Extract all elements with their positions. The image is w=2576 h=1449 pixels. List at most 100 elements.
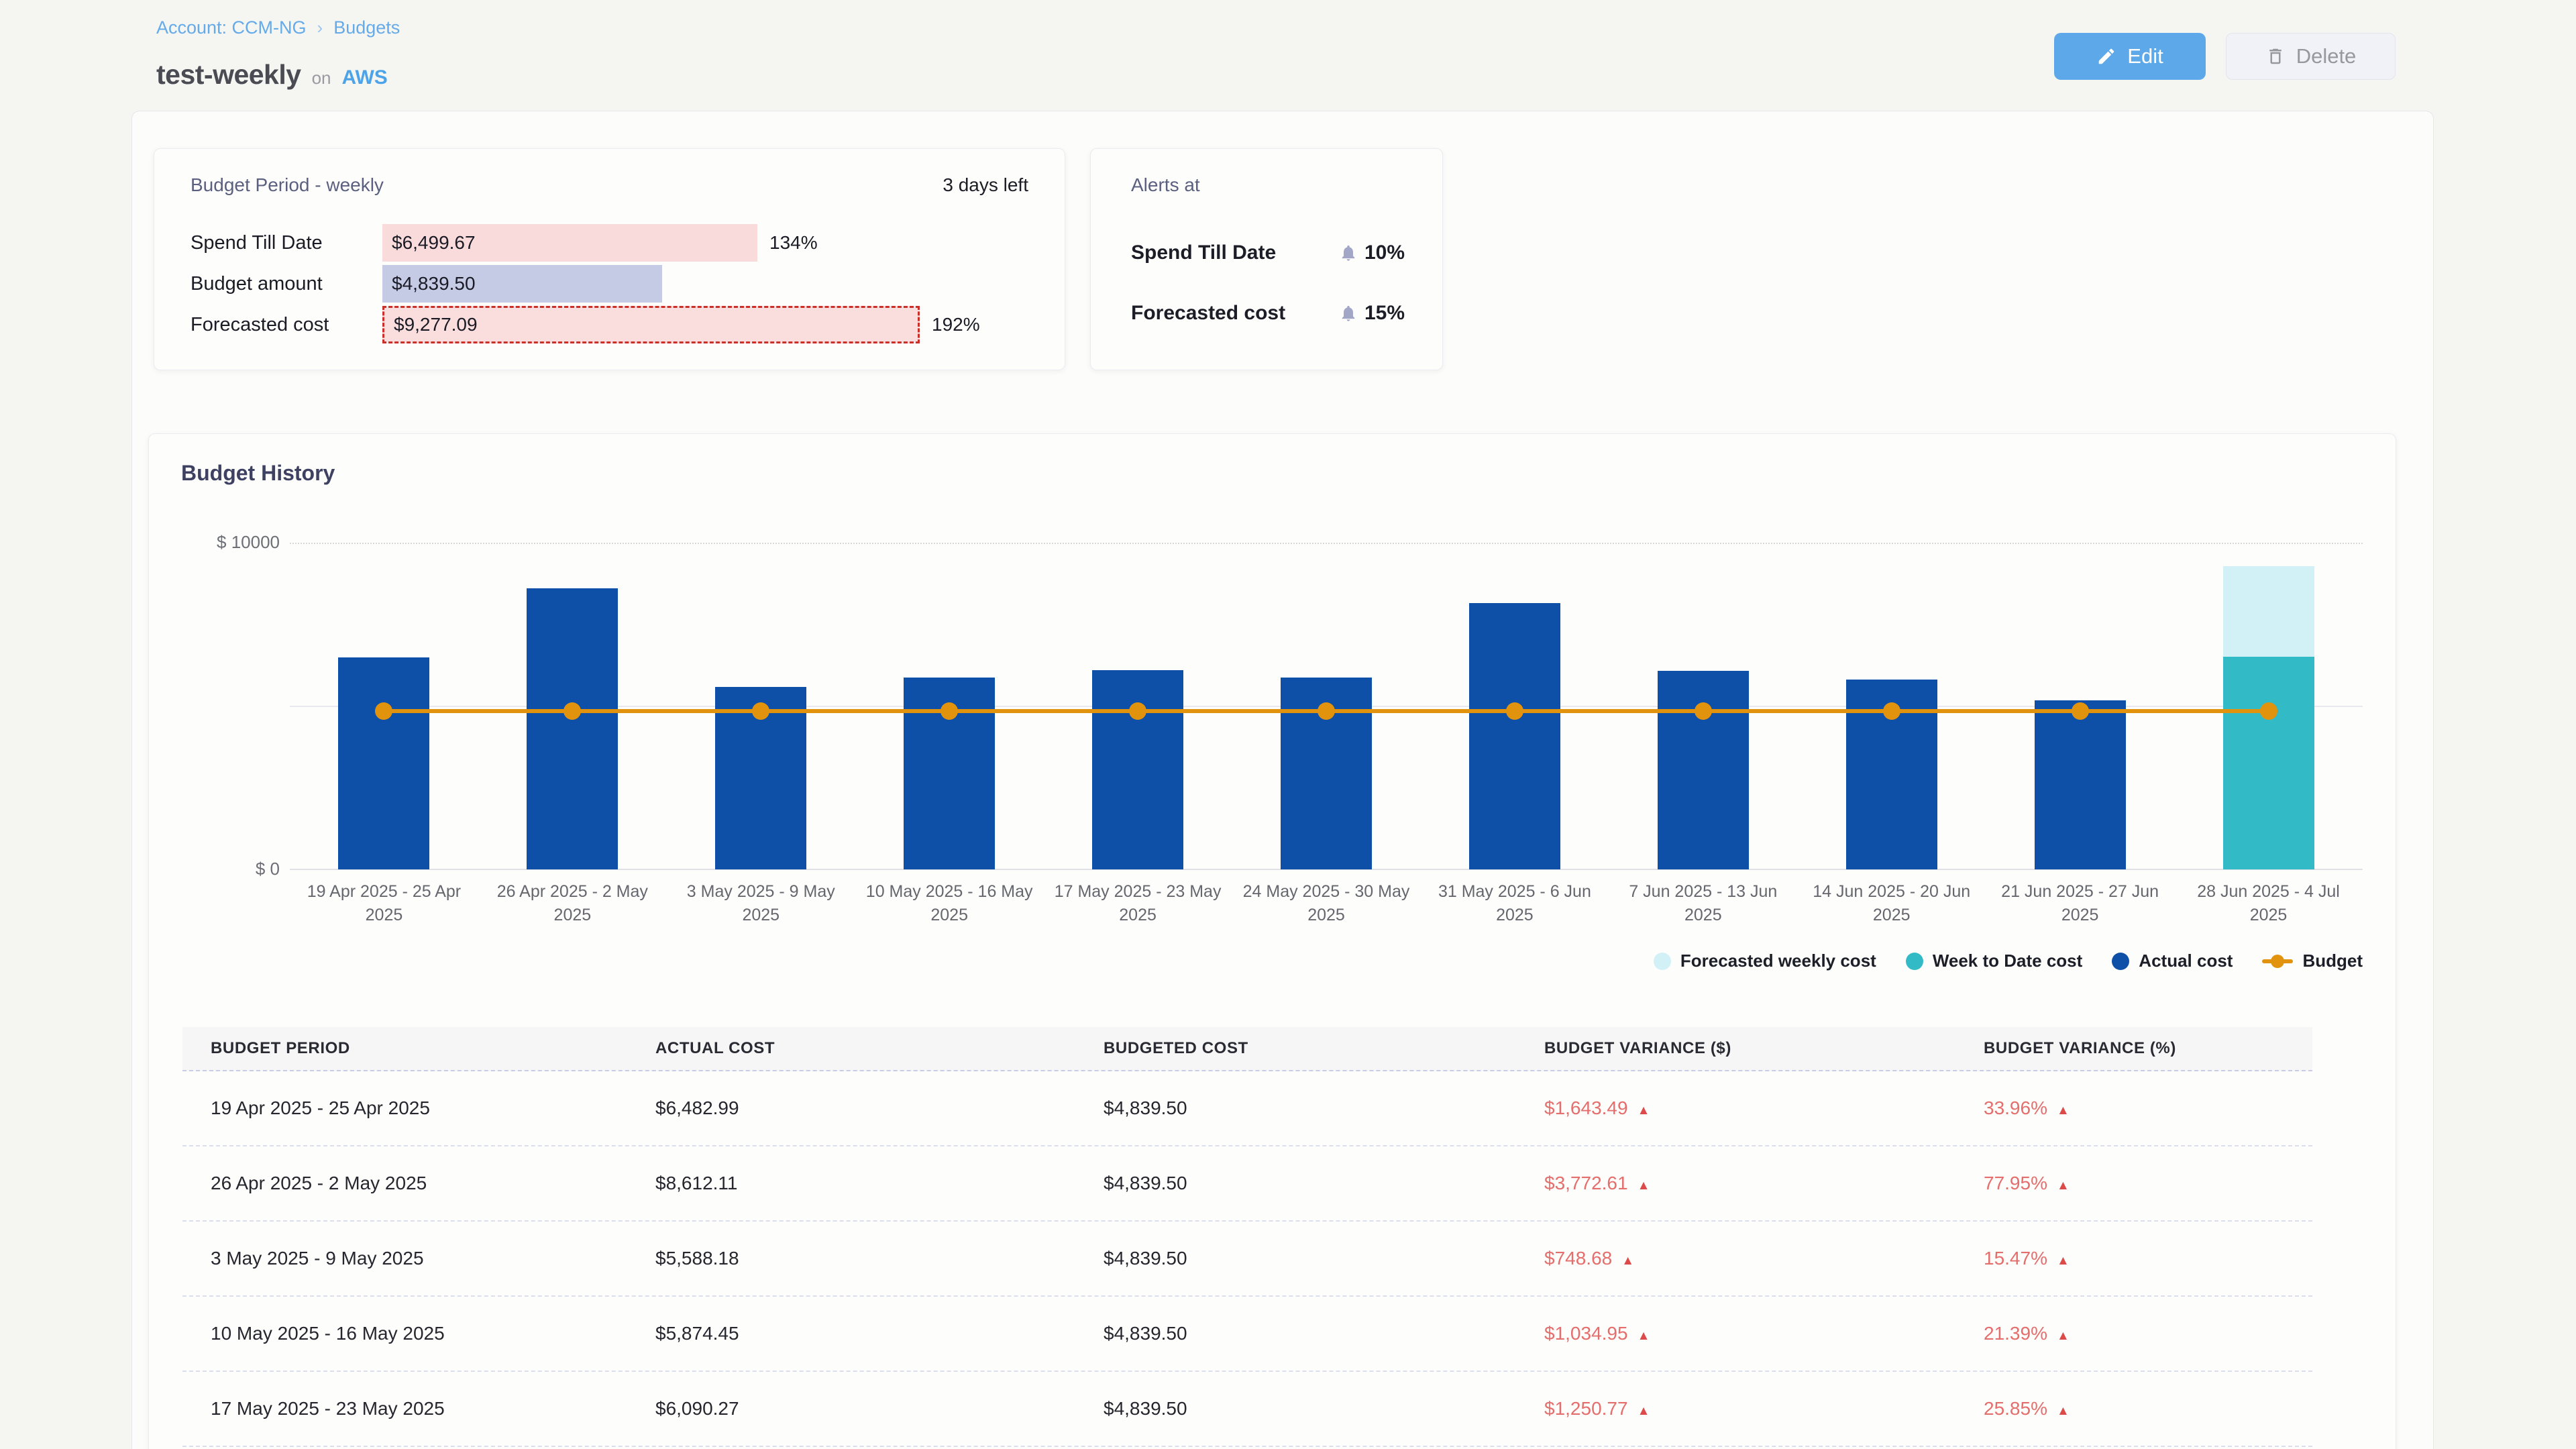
chart-legend: Forecasted weekly cost Week to Date cost A… <box>1654 951 2363 971</box>
title-row: test-weekly on AWS <box>156 59 388 91</box>
triangle-up-icon: ▲ <box>2057 1104 2070 1118</box>
delete-button[interactable]: Delete <box>2226 33 2396 80</box>
x-axis-label: 7 Jun 2025 - 13 Jun 2025 <box>1619 880 1787 927</box>
table-header-cell: BUDGET VARIANCE ($) <box>1516 1039 1955 1058</box>
week-to-date-bar[interactable] <box>2223 657 2314 869</box>
trash-icon <box>2265 46 2286 66</box>
cell-budgeted-cost: $4,839.50 <box>1075 1398 1516 1419</box>
forecasted-weekly-bar[interactable] <box>2223 566 2314 657</box>
table-header-cell: ACTUAL COST <box>627 1039 1075 1058</box>
table-row[interactable]: 19 Apr 2025 - 25 Apr 2025$6,482.99$4,839… <box>182 1071 2312 1146</box>
x-axis-label: 24 May 2025 - 30 May 2025 <box>1242 880 1410 927</box>
cell-period: 17 May 2025 - 23 May 2025 <box>182 1398 627 1419</box>
budget-period-card-title: Budget Period - weekly <box>191 174 384 196</box>
triangle-up-icon: ▲ <box>1638 1104 1650 1118</box>
legend-label: Forecasted weekly cost <box>1680 951 1876 971</box>
budget-amount-bar[interactable]: $4,839.50 <box>382 265 662 303</box>
x-axis-label: 31 May 2025 - 6 Jun 2025 <box>1431 880 1599 927</box>
budget-history-table: BUDGET PERIODACTUAL COSTBUDGETED COSTBUD… <box>182 1027 2312 1447</box>
chart-plot <box>290 543 2363 869</box>
triangle-up-icon: ▲ <box>2057 1329 2070 1343</box>
days-left-label: 3 days left <box>943 174 1028 196</box>
table-header-cell: BUDGET PERIOD <box>182 1039 627 1058</box>
budget-point[interactable] <box>1695 702 1712 720</box>
bell-icon <box>1339 244 1358 262</box>
edit-button-label: Edit <box>2127 44 2163 68</box>
triangle-up-icon: ▲ <box>2057 1179 2070 1193</box>
cell-budget-variance-pct: 33.96%▲ <box>1955 1097 2312 1119</box>
breadcrumb-budgets-link[interactable]: Budgets <box>333 17 400 38</box>
cell-budget-variance-pct: 77.95%▲ <box>1955 1173 2312 1194</box>
triangle-up-icon: ▲ <box>1638 1404 1650 1418</box>
cell-budget-variance-usd: $1,034.95▲ <box>1516 1323 1955 1344</box>
budget-period-rows: Spend Till Date $6,499.67 134% Budget am… <box>191 224 1028 347</box>
cell-period: 10 May 2025 - 16 May 2025 <box>182 1323 627 1344</box>
budget-point[interactable] <box>1883 702 1900 720</box>
cell-actual-cost: $5,874.45 <box>627 1323 1075 1344</box>
cell-budget-variance-pct: 21.39%▲ <box>1955 1323 2312 1344</box>
forecasted-cost-percent: 192% <box>932 314 980 335</box>
spend-till-date-percent: 134% <box>769 232 818 254</box>
spend-till-date-bar[interactable]: $6,499.67 <box>382 224 757 262</box>
header-actions: Edit Delete <box>2054 33 2396 80</box>
cell-budget-variance-usd: $1,643.49▲ <box>1516 1097 1955 1119</box>
alert-forecast-row: Forecasted cost 15% <box>1131 302 1405 325</box>
legend-circle-marker <box>1906 953 1923 970</box>
spend-till-date-row: Spend Till Date $6,499.67 134% <box>191 224 1028 262</box>
edit-button[interactable]: Edit <box>2054 33 2206 80</box>
legend-item-forecasted-weekly-cost[interactable]: Forecasted weekly cost <box>1654 951 1876 971</box>
forecasted-cost-row: Forecasted cost $9,277.09 192% <box>191 306 1028 343</box>
table-row[interactable]: 17 May 2025 - 23 May 2025$6,090.27$4,839… <box>182 1372 2312 1447</box>
actual-cost-bar[interactable] <box>338 657 429 869</box>
cell-budgeted-cost: $4,839.50 <box>1075 1323 1516 1344</box>
forecasted-cost-bar[interactable]: $9,277.09 <box>382 306 920 343</box>
legend-item-actual-cost[interactable]: Actual cost <box>2112 951 2233 971</box>
page-title: test-weekly <box>156 59 301 91</box>
cell-budgeted-cost: $4,839.50 <box>1075 1097 1516 1119</box>
y-axis-tick-bottom: $ 0 <box>172 859 280 879</box>
cell-budgeted-cost: $4,839.50 <box>1075 1248 1516 1269</box>
table-header-cell: BUDGET VARIANCE (%) <box>1955 1039 2312 1058</box>
table-row[interactable]: 3 May 2025 - 9 May 2025$5,588.18$4,839.5… <box>182 1222 2312 1297</box>
triangle-up-icon: ▲ <box>1638 1329 1650 1343</box>
cell-budgeted-cost: $4,839.50 <box>1075 1173 1516 1194</box>
actual-cost-bar[interactable] <box>2035 700 2126 869</box>
budget-point[interactable] <box>2072 702 2089 720</box>
legend-item-week-to-date-cost[interactable]: Week to Date cost <box>1906 951 2082 971</box>
breadcrumb: Account: CCM-NG › Budgets <box>156 17 400 38</box>
budget-point[interactable] <box>2260 702 2277 720</box>
triangle-up-icon: ▲ <box>1621 1254 1634 1268</box>
budget-amount-label: Budget amount <box>191 273 382 295</box>
cell-budget-variance-pct: 15.47%▲ <box>1955 1248 2312 1269</box>
alert-spend-row: Spend Till Date 10% <box>1131 241 1405 264</box>
x-axis-labels: 19 Apr 2025 - 25 Apr 202526 Apr 2025 - 2… <box>290 880 2363 954</box>
alerts-card: Alerts at Spend Till Date 10% Forecasted… <box>1090 148 1443 370</box>
actual-cost-bar[interactable] <box>1658 671 1749 869</box>
x-axis-label: 3 May 2025 - 9 May 2025 <box>677 880 845 927</box>
delete-button-label: Delete <box>2296 44 2357 68</box>
breadcrumb-account-link[interactable]: Account: CCM-NG <box>156 17 307 38</box>
budget-amount-row: Budget amount $4,839.50 <box>191 265 1028 303</box>
cell-actual-cost: $5,588.18 <box>627 1248 1075 1269</box>
table-row[interactable]: 10 May 2025 - 16 May 2025$5,874.45$4,839… <box>182 1297 2312 1372</box>
forecasted-cost-label: Forecasted cost <box>191 314 382 336</box>
actual-cost-bar[interactable] <box>1092 670 1183 869</box>
title-on-word: on <box>312 68 331 89</box>
table-row[interactable]: 26 Apr 2025 - 2 May 2025$8,612.11$4,839.… <box>182 1146 2312 1222</box>
triangle-up-icon: ▲ <box>1638 1179 1650 1193</box>
actual-cost-bar[interactable] <box>527 588 618 869</box>
cell-actual-cost: $8,612.11 <box>627 1173 1075 1194</box>
legend-circle-marker <box>1654 953 1671 970</box>
legend-item-budget[interactable]: Budget <box>2262 951 2363 971</box>
x-axis-label: 17 May 2025 - 23 May 2025 <box>1054 880 1222 927</box>
topbar: Account: CCM-NG › Budgets test-weekly on… <box>131 0 2434 111</box>
x-axis-label: 10 May 2025 - 16 May 2025 <box>865 880 1033 927</box>
cell-actual-cost: $6,090.27 <box>627 1398 1075 1419</box>
spend-till-date-label: Spend Till Date <box>191 232 382 254</box>
main-panel: Budget Period - weekly 3 days left Spend… <box>131 111 2434 1449</box>
gridline-10000 <box>290 543 2363 544</box>
triangle-up-icon: ▲ <box>2057 1404 2070 1418</box>
cell-period: 19 Apr 2025 - 25 Apr 2025 <box>182 1097 627 1119</box>
actual-cost-bar[interactable] <box>1469 603 1560 869</box>
legend-label: Week to Date cost <box>1933 951 2082 971</box>
